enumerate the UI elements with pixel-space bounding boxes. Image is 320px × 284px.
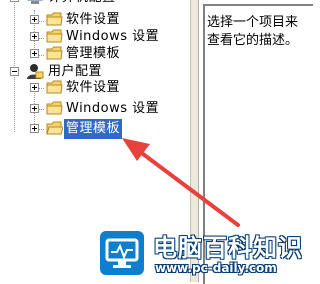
watermark-url: www.pc-daily.com bbox=[155, 261, 277, 275]
watermark-title: 电脑百科知识 bbox=[153, 234, 303, 262]
watermark: 电脑百科知识 www.pc-daily.com bbox=[95, 228, 305, 282]
monitor-icon bbox=[105, 238, 139, 268]
watermark-logo bbox=[100, 231, 144, 275]
